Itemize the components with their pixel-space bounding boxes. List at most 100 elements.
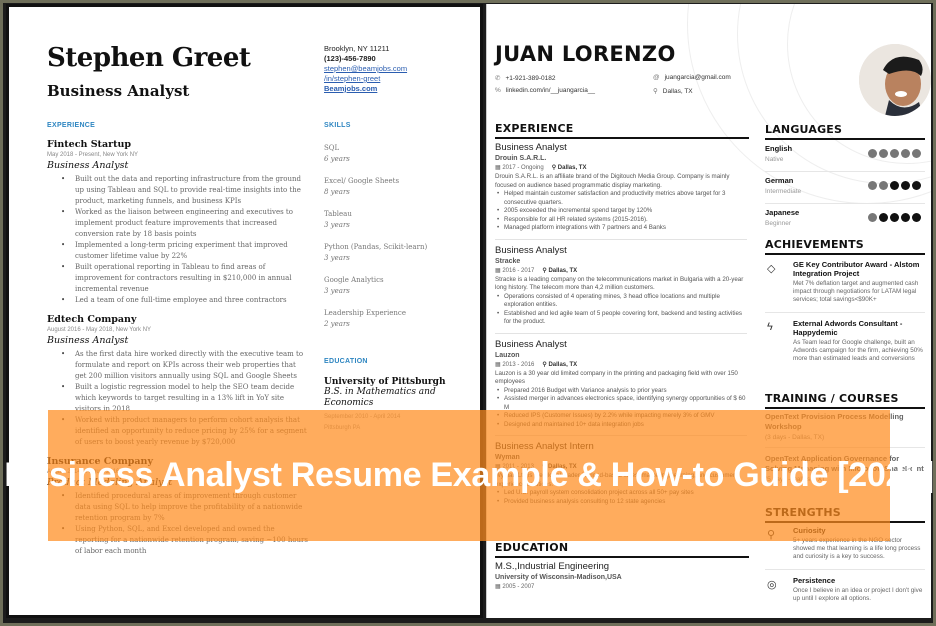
- rating-dot-filled: [890, 149, 899, 158]
- job-location: ⚲ Dallas, TX: [551, 165, 587, 171]
- avatar-icon: [859, 44, 931, 116]
- contact-block: Brooklyn, NY 11211 (123)-456-7890 stephe…: [324, 44, 407, 94]
- language-name: English: [765, 144, 793, 153]
- job-role: Business Analyst: [495, 142, 567, 153]
- job-bullet: Managed platform integrations with 7 par…: [495, 224, 747, 233]
- job-entry: Fintech Startup May 2018 - Present, New …: [47, 139, 309, 306]
- contact-phone: (123)-456-7890: [324, 54, 376, 63]
- job-bullet: Prepared 2016 Budget with Variance analy…: [495, 387, 747, 396]
- education-dates: 2005 - 2007: [502, 584, 535, 590]
- education-degree: M.S.,Industrial Engineering: [495, 561, 610, 572]
- achievement-item: ◇ GE Key Contributor Award - Alstom Inte…: [765, 260, 925, 313]
- language-level: Beginner: [765, 220, 792, 227]
- job-entry: Business Analyst Drouin S.A.R.L. ▦ 2017 …: [495, 142, 747, 240]
- job-bullets: Operations consisted of 4 operating mine…: [495, 293, 747, 327]
- job-dates: 2017 - Ongoing: [502, 165, 544, 171]
- rating-dot-filled: [901, 149, 910, 158]
- education-school: University of Pittsburgh: [324, 377, 446, 387]
- job-role: Business Analyst: [47, 160, 129, 171]
- achievements-section: ◇ GE Key Contributor Award - Alstom Inte…: [765, 260, 925, 377]
- job-location: ⚲ Dallas, TX: [542, 361, 578, 368]
- job-dates: May 2018 - Present, New York NY: [47, 152, 139, 158]
- job-company: Drouin S.A.R.L.: [495, 155, 547, 162]
- contact-phone: ✆ +1-921-389-0182: [495, 75, 556, 82]
- job-role: Business Analyst: [495, 338, 567, 350]
- strength-description: Once I believe in an idea or project I d…: [793, 587, 923, 602]
- skill-years: 3 years: [324, 287, 350, 295]
- job-meta: ▦ 2013 - 2016 ⚲ Dallas, TX: [495, 361, 747, 368]
- job-company: Edtech Company: [47, 314, 137, 325]
- contact-email-link[interactable]: stephen@beamjobs.com: [324, 64, 407, 74]
- rating-dot-filled: [868, 149, 877, 158]
- achievement-title: External Adwords Consultant - Happydemic: [793, 319, 903, 337]
- rating-dot-filled: [879, 181, 888, 190]
- profile-photo: [859, 44, 931, 116]
- job-description: Stracke is a leading company on the tele…: [495, 275, 744, 292]
- education-degree: B.S. in Mathematics and Economics: [324, 387, 436, 408]
- contact-linkedin[interactable]: % linkedin.com/in/__juangarcia__: [495, 87, 595, 94]
- language-item: German Intermediate: [765, 173, 925, 204]
- job-meta: ▦ 2017 - Ongoing ⚲ Dallas, TX: [495, 164, 747, 171]
- experience-heading: EXPERIENCE: [495, 122, 574, 135]
- heading-rule: [765, 253, 925, 255]
- job-entry: Business Analyst Stracke ▦ 2016 - 2017 ⚲ …: [495, 245, 747, 334]
- language-level: Native: [765, 156, 784, 163]
- skills-heading: SKILLS: [324, 122, 351, 129]
- contact-location: Brooklyn, NY 11211: [324, 44, 390, 53]
- skill-name: Tableau: [324, 210, 352, 218]
- skill-years: 2 years: [324, 320, 350, 328]
- job-company: Stracke: [495, 257, 521, 265]
- heading-rule: [765, 407, 925, 409]
- title-banner: Business Analyst Resume Example & How-to…: [4, 410, 934, 541]
- candidate-name: JUAN LORENZO: [495, 42, 676, 66]
- languages-heading: LANGUAGES: [765, 123, 843, 136]
- skill-years: 8 years: [324, 188, 350, 196]
- rating-dot-empty: [901, 213, 910, 222]
- job-bullet: As the first data hire worked directly w…: [47, 349, 309, 382]
- language-item: English Native: [765, 141, 925, 172]
- education-meta: ▦ 2005 - 2007: [495, 583, 622, 590]
- heading-rule: [495, 137, 749, 139]
- language-item: Japanese Beginner: [765, 205, 925, 236]
- contact-email[interactable]: @ juangarcia@gmail.com: [653, 74, 731, 81]
- job-bullets: Built out the data and reporting infrast…: [47, 174, 309, 306]
- job-role: Business Analyst: [47, 335, 129, 346]
- education-school: University of Wisconsin-Madison,USA: [495, 574, 622, 581]
- contact-website-link[interactable]: Beamjobs.com: [324, 84, 407, 94]
- job-company: Lauzon: [495, 351, 520, 359]
- side-column: SKILLS SQL 6 years Excel/ Google Sheets …: [324, 122, 474, 434]
- target-icon: ◎: [767, 579, 777, 591]
- rating-dot-empty: [890, 181, 899, 190]
- contact-linkedin-link[interactable]: /in/stephen-greet: [324, 74, 407, 84]
- job-dates: 2016 - 2017: [502, 267, 535, 274]
- candidate-name: Stephen Greet: [47, 43, 251, 73]
- skill-name: Excel/ Google Sheets: [324, 177, 400, 185]
- skill-item: Tableau 3 years: [324, 209, 474, 231]
- languages-section: English Native German Intermediate Japan…: [765, 141, 925, 237]
- skill-item: SQL 6 years: [324, 143, 474, 165]
- job-bullet: Built operational reporting in Tableau t…: [47, 262, 309, 295]
- candidate-title: Business Analyst: [47, 82, 190, 100]
- skill-name: SQL: [324, 144, 340, 152]
- contact-location: ⚲ Dallas, TX: [653, 88, 693, 95]
- rating-dot-filled: [879, 149, 888, 158]
- phone-icon: ✆: [495, 75, 501, 82]
- rating-dot-empty: [890, 213, 899, 222]
- job-description: Lauzon is a 30 year old limited company …: [495, 369, 738, 386]
- education-heading: EDUCATION: [495, 541, 569, 554]
- job-bullet: 2005 exceeded the incremental spend targ…: [495, 207, 747, 216]
- education-entry: M.S.,Industrial Engineering University o…: [495, 561, 622, 590]
- language-rating: [868, 213, 921, 222]
- job-dates: 2013 - 2016: [502, 361, 535, 368]
- banner-title: Business Analyst Resume Example & How-to…: [4, 456, 934, 494]
- skill-item: Leadership Experience 2 years: [324, 308, 474, 330]
- language-name: Japanese: [765, 208, 800, 217]
- job-bullet: Helped maintain customer satisfaction an…: [495, 190, 747, 207]
- achievement-description: Met 7% deflation target and augmented ca…: [793, 280, 919, 303]
- job-dates: August 2016 - May 2018, New York NY: [47, 327, 152, 333]
- rating-dot-filled: [868, 213, 877, 222]
- skill-name: Leadership Experience: [324, 309, 406, 317]
- rating-dot-empty: [879, 213, 888, 222]
- language-name: German: [765, 176, 794, 185]
- achievement-title: GE Key Contributor Award - Alstom Integr…: [793, 260, 920, 278]
